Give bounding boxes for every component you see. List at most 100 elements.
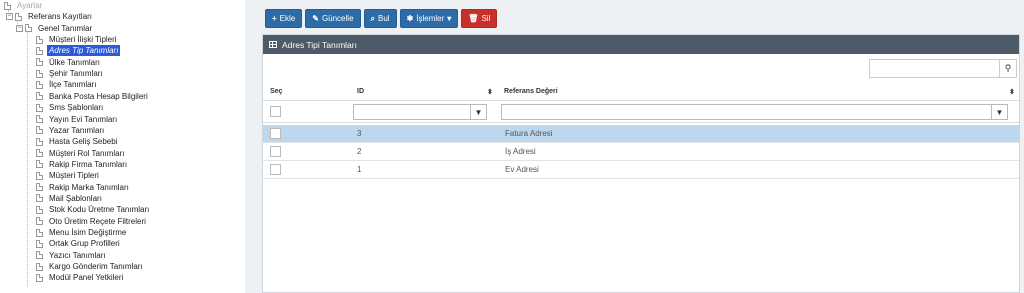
document-icon (36, 103, 43, 112)
tree-item[interactable]: Mail Şablonları (36, 193, 104, 204)
tree-item-label: Referans Kayıtları (28, 12, 93, 22)
column-header-select: Seç (270, 88, 283, 95)
toolbar: + Ekle ✎ Güncelle ⌕ Bul ✱ İşlemler ▾ 🗑 S… (265, 9, 498, 28)
tree-item[interactable]: Banka Posta Hesap Bilgileri (36, 91, 150, 102)
tree-item[interactable]: Yayın Evi Tanımları (36, 114, 119, 125)
row-checkbox[interactable] (270, 128, 281, 139)
tree-item[interactable]: Ülke Tanımları (36, 57, 102, 68)
tree-item-label: Rakip Firma Tanımları (49, 159, 128, 169)
document-icon (36, 137, 43, 146)
row-checkbox[interactable] (270, 146, 281, 157)
table-icon (269, 41, 277, 48)
tree-item[interactable]: Adres Tip Tanımları (36, 45, 121, 57)
tree-item-label: Hasta Geliş Sebebi (49, 137, 118, 147)
table-row[interactable]: 3 Fatura Adresi (263, 125, 1019, 143)
document-icon (36, 160, 43, 169)
folder-icon (4, 1, 11, 10)
table-row[interactable]: 2 İş Adresi (263, 143, 1019, 161)
tree-item-label: Mail Şablonları (49, 193, 102, 203)
tree-item[interactable]: Hasta Geliş Sebebi (36, 136, 119, 147)
table-row[interactable]: 1 Ev Adresi (263, 161, 1019, 179)
tree-folder[interactable]: Ayarlar (4, 0, 44, 11)
tree-item[interactable]: Yazıcı Tanımları (36, 250, 108, 261)
tree-item[interactable]: Şehir Tanımları (36, 68, 105, 79)
column-header-ref[interactable]: Referans Değeri (504, 88, 558, 95)
tree-item-label: Yazıcı Tanımları (49, 250, 106, 260)
document-icon (36, 69, 43, 78)
sort-icon[interactable]: ⬍ (487, 88, 493, 96)
filter-icon: ▼ (995, 107, 1004, 117)
panel-header: Adres Tipi Tanımları (263, 35, 1019, 54)
tree-item-label: Ortak Grup Profilleri (49, 239, 120, 249)
document-icon (36, 194, 43, 203)
tree-item[interactable]: Rakip Firma Tanımları (36, 159, 129, 170)
find-button-label: Bul (378, 14, 390, 23)
tree-item[interactable]: Stok Kodu Üretme Tanımları (36, 204, 151, 215)
tree-guide-line (27, 32, 28, 287)
tree-item-label: Rakip Marka Tanımları (49, 182, 129, 192)
tree-item-label: Banka Posta Hesap Bilgileri (49, 91, 148, 101)
tree-item[interactable]: Sms Şablonları (36, 102, 105, 113)
select-all-checkbox[interactable] (270, 106, 281, 117)
edit-icon: ✎ (312, 14, 319, 23)
document-icon (36, 149, 43, 158)
document-icon (36, 205, 43, 214)
column-header-id[interactable]: ID (357, 88, 364, 95)
ref-filter-button[interactable]: ▼ (992, 104, 1008, 120)
tree-item[interactable]: Ortak Grup Profilleri (36, 238, 122, 249)
filter-row: ▼ ▼ (263, 101, 1019, 123)
add-button[interactable]: + Ekle (265, 9, 303, 28)
document-icon (36, 126, 43, 135)
tree-item-label: Yazar Tanımları (49, 125, 105, 135)
tree-item[interactable]: Oto Üretim Reçete Filtreleri (36, 216, 148, 227)
document-icon (36, 58, 43, 67)
search-button[interactable]: ⚲ (1000, 59, 1017, 78)
search-icon: ⌕ (370, 13, 375, 23)
tree-item-label: Şehir Tanımları (49, 69, 103, 79)
document-icon (36, 92, 43, 101)
tree-item[interactable]: Rakip Marka Tanımları (36, 182, 131, 193)
tree-item-label: İlçe Tanımları (49, 80, 97, 90)
tree-item-label: Müşteri Rol Tanımları (49, 148, 125, 158)
tree-item[interactable]: Modül Panel Yetkileri (36, 272, 125, 283)
cell-id: 3 (357, 129, 362, 138)
tree-item[interactable]: Kargo Gönderim Tanımları (36, 261, 145, 272)
id-filter-input[interactable] (353, 104, 471, 120)
tree-item[interactable]: Müşteri İlişki Tipleri (36, 34, 119, 45)
search-input[interactable] (869, 59, 1000, 78)
folder-icon (25, 24, 32, 33)
tree-folder[interactable]: − Referans Kayıtları (6, 11, 94, 22)
add-button-label: Ekle (279, 14, 296, 23)
tree-item[interactable]: Müşteri Rol Tanımları (36, 148, 126, 159)
sort-icon[interactable]: ⬍ (1009, 88, 1015, 96)
document-icon (36, 251, 43, 260)
navigation-tree: Ayarlar − Referans Kayıtları − Genel Tanımla… (0, 0, 245, 293)
ref-filter-input[interactable] (501, 104, 992, 120)
tree-item-label: Menu İsim Değiştirme (49, 228, 127, 237)
tree-item[interactable]: İlçe Tanımları (36, 79, 98, 90)
tree-item[interactable]: Müşteri Tipleri (36, 170, 101, 181)
update-button[interactable]: ✎ Güncelle (305, 9, 361, 28)
tree-folder[interactable]: − Genel Tanımlar (16, 23, 94, 34)
tree-item-label: Ayarlar (17, 1, 43, 10)
document-icon (36, 35, 43, 44)
actions-dropdown-button[interactable]: ✱ İşlemler ▾ (399, 9, 459, 28)
document-icon (36, 239, 43, 248)
collapse-icon[interactable]: − (6, 13, 13, 21)
cell-ref-value: Ev Adresi (505, 165, 539, 174)
delete-button[interactable]: 🗑 Sil (461, 9, 498, 28)
tree-item-label: Modül Panel Yetkileri (49, 273, 124, 283)
tree-item[interactable]: Yazar Tanımları (36, 125, 106, 136)
trash-icon: 🗑 (468, 14, 479, 23)
tree-item-label: Müşteri İlişki Tipleri (49, 35, 117, 45)
filter-icon: ▼ (474, 107, 483, 117)
tree-item[interactable]: Menu İsim Değiştirme (36, 227, 128, 238)
delete-button-label: Sil (481, 14, 491, 23)
collapse-icon[interactable]: − (16, 24, 23, 32)
row-checkbox[interactable] (270, 164, 281, 175)
caret-down-icon: ▾ (447, 14, 452, 23)
find-button[interactable]: ⌕ Bul (363, 9, 397, 28)
update-button-label: Güncelle (321, 14, 354, 23)
document-icon (36, 262, 43, 271)
id-filter-button[interactable]: ▼ (471, 104, 487, 120)
